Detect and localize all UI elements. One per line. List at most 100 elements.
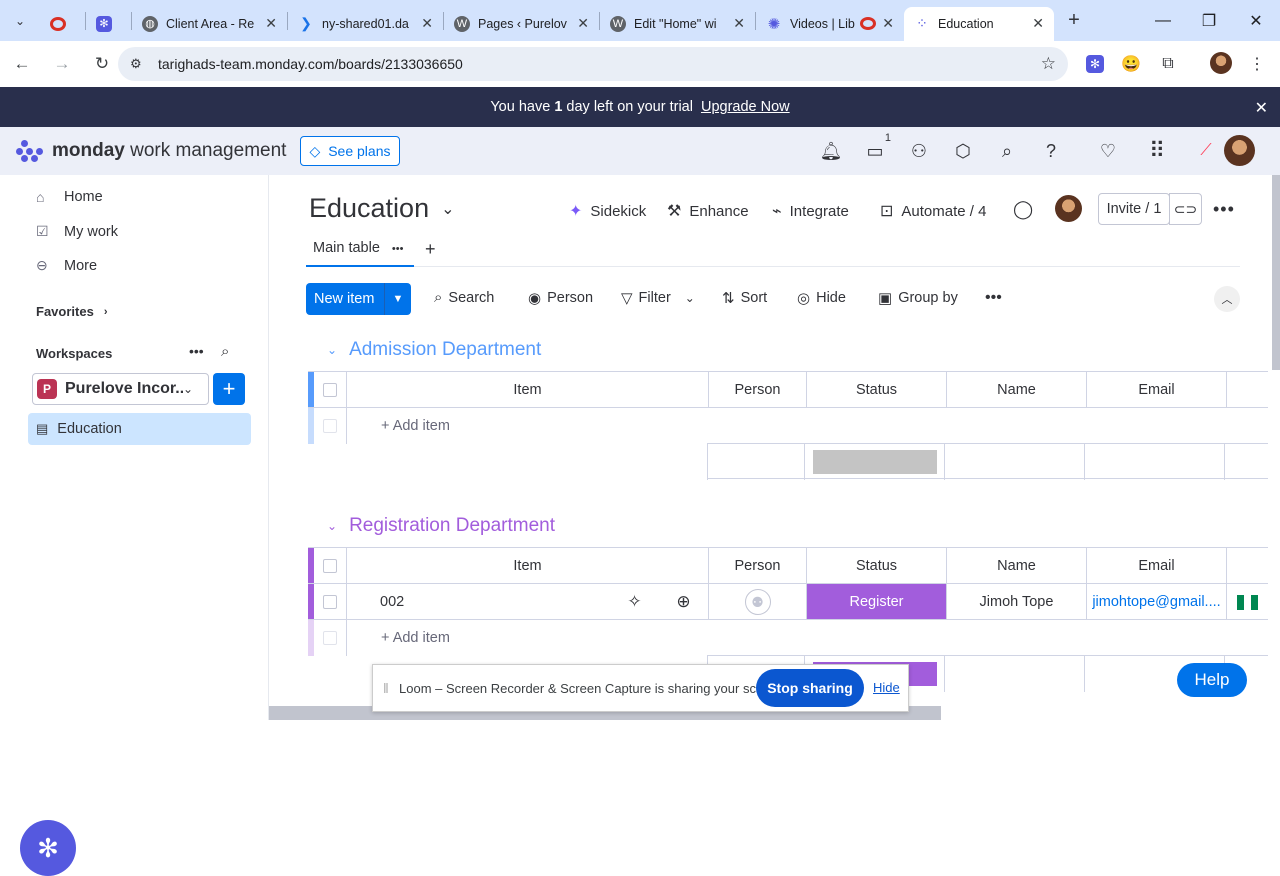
hide-share-bar-link[interactable]: Hide <box>873 680 900 695</box>
browser-tab-pages[interactable]: W Pages ‹ Purelov ✕ <box>444 7 599 41</box>
forward-icon[interactable]: → <box>44 46 80 82</box>
extension-icon[interactable]: ✻ <box>1081 50 1109 78</box>
browser-tab-extension[interactable]: ✻ <box>86 7 131 41</box>
chevron-down-icon[interactable]: ▼ <box>384 283 411 315</box>
group-title-registration[interactable]: ⌄ Registration Department <box>327 515 555 537</box>
enhance-button[interactable]: ⚒ Enhance <box>667 201 749 221</box>
select-all-checkbox[interactable] <box>314 548 347 584</box>
invite-members-icon[interactable]: ⚇ <box>903 136 935 166</box>
group-by-button[interactable]: ▣ Group by <box>878 289 958 307</box>
column-header-email[interactable]: Email <box>1087 548 1227 584</box>
ai-assistant-button[interactable]: ✻ <box>20 820 76 876</box>
automate-button[interactable]: ⊡ Automate / 4 <box>880 201 986 221</box>
browser-tab-videos[interactable]: ✺ Videos | Lib ✕ <box>756 7 904 41</box>
column-header-name[interactable]: Name <box>947 548 1087 584</box>
empty-person-avatar-icon[interactable]: ⚉ <box>744 589 771 615</box>
workspace-selector[interactable]: P Purelove Incor... ⌄ <box>32 373 209 405</box>
chevron-down-icon[interactable]: ⌄ <box>327 343 337 357</box>
sidebar-item-more[interactable]: ⊖ More <box>36 257 97 274</box>
add-item-input[interactable]: + Add item <box>347 620 1268 656</box>
invite-button[interactable]: Invite / 1 <box>1098 193 1170 225</box>
item-name-cell[interactable]: 002 <box>347 584 610 620</box>
column-header-status[interactable]: Status <box>807 548 947 584</box>
integrate-button[interactable]: ⌁ Integrate <box>772 201 849 221</box>
close-icon[interactable]: ✕ <box>1255 98 1268 118</box>
new-tab-icon[interactable]: + <box>1054 0 1094 41</box>
heart-icon[interactable]: ♡ <box>1092 136 1124 166</box>
board-owner-avatar[interactable] <box>1055 195 1082 222</box>
help-button[interactable]: Help <box>1177 663 1247 697</box>
checkbox[interactable] <box>323 595 337 609</box>
see-plans-button[interactable]: ◇ See plans <box>300 136 400 166</box>
sort-button[interactable]: ⇅ Sort <box>722 289 767 307</box>
filter-button[interactable]: ▽ Filter ⌄ <box>621 289 695 307</box>
browser-tab-shared[interactable]: ❯ ny-shared01.da ✕ <box>288 7 443 41</box>
monday-logo[interactable] <box>16 140 44 162</box>
close-icon[interactable]: ✕ <box>733 15 745 32</box>
collapse-header-icon[interactable]: ︿ <box>1214 286 1240 312</box>
browser-tab-education[interactable]: ⁘ Education ✕ <box>904 6 1054 41</box>
apps-marketplace-icon[interactable]: ⬡ <box>947 136 979 166</box>
stop-sharing-button[interactable]: Stop sharing <box>756 669 864 707</box>
sidebar-item-home[interactable]: ⌂ Home <box>36 189 103 205</box>
drag-handle-icon[interactable]: ‖ <box>383 680 399 696</box>
browser-tab-record[interactable] <box>40 7 85 41</box>
group-title-admission[interactable]: ⌄ Admission Department <box>327 339 541 361</box>
vertical-scrollbar[interactable] <box>1272 175 1280 370</box>
address-bar[interactable]: ⚙ tarighads-team.monday.com/boards/21330… <box>118 47 1068 81</box>
close-icon[interactable]: ✕ <box>265 15 277 32</box>
sidekick-button[interactable]: ✦ Sidekick <box>569 201 646 221</box>
checkbox[interactable] <box>323 559 337 573</box>
bell-icon[interactable]: 🔔︎ <box>815 136 847 166</box>
site-settings-icon[interactable]: ⚙ <box>130 56 142 72</box>
minimize-icon[interactable]: — <box>1140 0 1186 41</box>
tab-options-icon[interactable]: ••• <box>392 243 404 255</box>
close-icon[interactable]: ✕ <box>1032 15 1044 32</box>
updates-icon[interactable]: ◯ <box>1013 199 1033 220</box>
sparkle-icon[interactable]: ✧ <box>627 592 641 612</box>
user-avatar[interactable] <box>1224 135 1255 166</box>
status-cell[interactable]: Register <box>807 584 947 620</box>
browser-tab-client-area[interactable]: ◍ Client Area - Re ✕ <box>132 7 287 41</box>
reload-icon[interactable]: ↻ <box>84 46 120 82</box>
country-flag-cell[interactable] <box>1227 584 1268 620</box>
more-options-icon[interactable]: ••• <box>985 289 1002 307</box>
add-update-icon[interactable]: ⊕ <box>676 592 690 612</box>
add-item-input[interactable]: + Add item <box>347 408 1268 444</box>
column-header-email[interactable]: Email <box>1087 372 1227 408</box>
chevron-down-icon[interactable]: ⌄ <box>685 291 695 305</box>
column-header-item[interactable]: Item <box>347 548 709 584</box>
inbox-icon[interactable]: ▭ 1 <box>859 132 891 166</box>
chevron-down-icon[interactable]: ⌄ <box>327 519 337 533</box>
column-header-person[interactable]: Person <box>709 548 807 584</box>
puzzle-icon[interactable]: ⧉ <box>1154 50 1182 78</box>
browser-tab-edit-home[interactable]: W Edit "Home" wi ✕ <box>600 7 755 41</box>
column-header-person[interactable]: Person <box>709 372 807 408</box>
table-row[interactable]: 002 ✧ ⊕ ⚉ Register Jimoh Tope jimohtope@g… <box>308 583 1268 620</box>
upgrade-now-link[interactable]: Upgrade Now <box>701 99 790 115</box>
sidebar-item-education[interactable]: ▤ Education <box>28 413 251 445</box>
tab-search-chevron-icon[interactable]: ⌄ <box>0 0 40 41</box>
restore-icon[interactable]: ❐ <box>1186 0 1232 41</box>
add-view-icon[interactable]: + <box>425 239 436 260</box>
menu-dots-icon[interactable]: ⋮ <box>1243 50 1271 78</box>
checkbox[interactable] <box>323 383 337 397</box>
copy-link-icon[interactable]: ⊂⊃ <box>1169 193 1202 225</box>
window-close-icon[interactable]: ✕ <box>1233 0 1279 41</box>
column-header-status[interactable]: Status <box>807 372 947 408</box>
select-all-checkbox[interactable] <box>314 372 347 408</box>
email-cell[interactable]: jimohtope@gmail.... <box>1087 584 1227 620</box>
add-to-workspace-button[interactable]: + <box>213 373 245 405</box>
close-icon[interactable]: ✕ <box>882 15 894 32</box>
search-icon[interactable]: ⌕ <box>991 136 1023 166</box>
back-icon[interactable]: ← <box>4 46 40 82</box>
workspace-search-icon[interactable]: ⌕ <box>221 343 229 360</box>
product-switcher-icon[interactable]: ⠿ <box>1141 136 1173 166</box>
profile-avatar[interactable] <box>1210 52 1232 74</box>
help-icon[interactable]: ? <box>1035 136 1067 166</box>
bookmark-star-icon[interactable]: ☆ <box>1041 54 1056 74</box>
person-cell[interactable]: ⚉ <box>709 584 807 620</box>
column-header-name[interactable]: Name <box>947 372 1087 408</box>
sidebar-item-my-work[interactable]: ☑ My work <box>36 223 118 240</box>
close-icon[interactable]: ✕ <box>421 15 433 32</box>
